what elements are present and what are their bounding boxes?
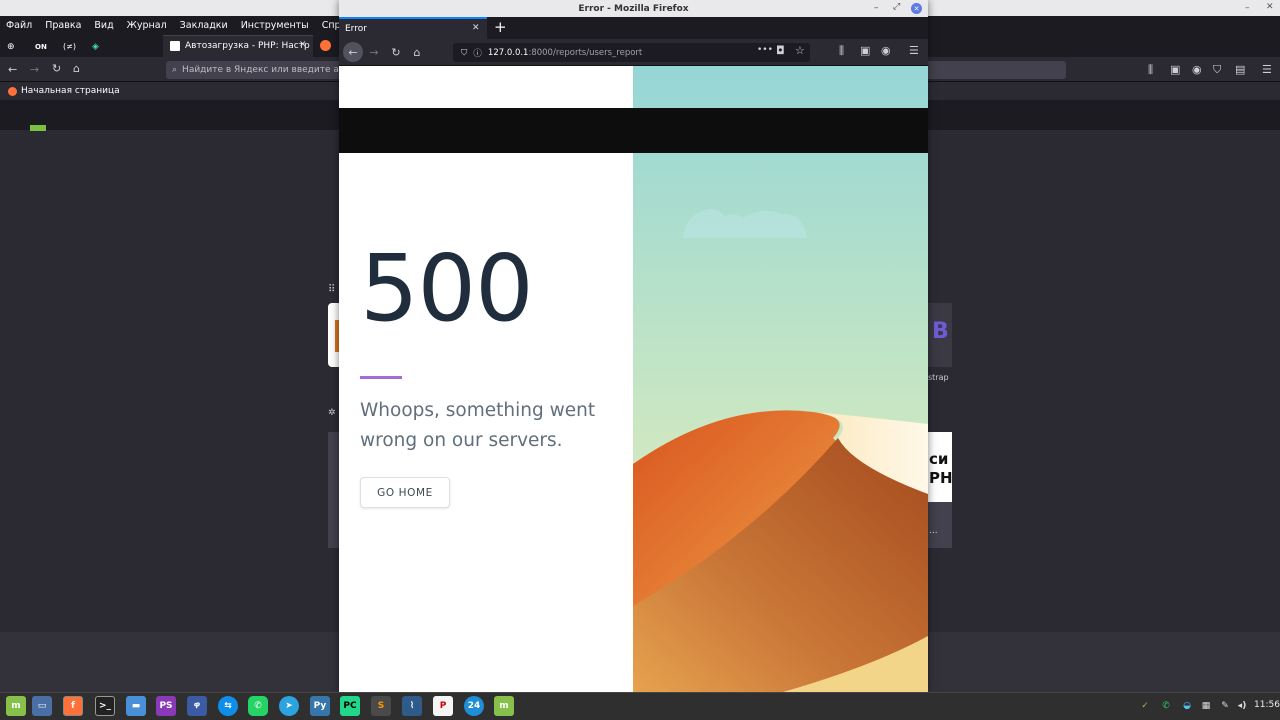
account-icon[interactable]: ◉: [881, 44, 891, 57]
keyboard-layout-icon[interactable]: ዋ: [187, 696, 207, 716]
hamburger-menu-icon[interactable]: ☰: [909, 44, 919, 57]
info-icon[interactable]: ⓘ: [473, 47, 482, 59]
card-text-3: ...: [929, 526, 938, 536]
forward-icon[interactable]: →: [366, 43, 382, 61]
sidebar-icon[interactable]: ▣: [860, 44, 870, 57]
url-host: 127.0.0.1: [487, 47, 529, 58]
pen-icon[interactable]: ✎: [1217, 696, 1233, 716]
minimize-icon[interactable]: –: [1245, 3, 1255, 13]
tab-error[interactable]: Error ✕: [339, 17, 487, 39]
illustration-pane: [633, 66, 928, 692]
account-icon[interactable]: ◉: [1192, 63, 1202, 76]
python-icon[interactable]: Py: [310, 696, 330, 716]
home-icon[interactable]: ⌂: [409, 43, 425, 61]
tab-autoload[interactable]: Автозагрузка - PHP: Настр ✕: [163, 35, 313, 57]
green-marker: [30, 125, 46, 131]
bootstrap-logo: B: [932, 319, 949, 344]
tab-label: Автозагрузка - PHP: Настр: [185, 41, 310, 51]
terminal-icon[interactable]: >_: [95, 696, 115, 716]
card-text-1: си: [929, 450, 949, 468]
window-titlebar: Error - Mozilla Firefox: [339, 0, 928, 17]
mint-update-icon[interactable]: m: [494, 696, 514, 716]
folder-icon[interactable]: ▬: [126, 696, 146, 716]
page-icon: [170, 41, 180, 51]
menu-file[interactable]: Файл: [6, 20, 32, 31]
extension-icon[interactable]: ▤: [1235, 63, 1245, 76]
reload-icon[interactable]: ↻: [388, 43, 404, 61]
tab-label: Error: [345, 24, 367, 34]
sidebar-icon[interactable]: ▣: [1170, 63, 1180, 76]
pycharm-icon[interactable]: PC: [340, 696, 360, 716]
page-actions-menu[interactable]: •••: [757, 45, 773, 55]
card-text-2: PH: [929, 469, 953, 487]
side-card-label: strap: [928, 373, 949, 382]
grid-icon: ⠿: [328, 284, 336, 295]
side-card-right[interactable]: B: [928, 303, 952, 367]
clock[interactable]: 11:56: [1254, 700, 1280, 710]
menu-history[interactable]: Журнал: [127, 20, 167, 31]
globe-icon[interactable]: ⊕: [7, 37, 15, 56]
error-code: 500: [360, 235, 534, 342]
library-icon[interactable]: ⫼: [1148, 63, 1153, 77]
forward-icon[interactable]: →: [30, 63, 39, 76]
black-band: [339, 108, 928, 153]
library-icon[interactable]: ⫼: [839, 44, 844, 58]
settings-icon: ✲: [328, 408, 336, 418]
calendar-icon[interactable]: 24: [464, 696, 484, 716]
side-card-right-2[interactable]: си PH ...: [928, 432, 953, 548]
window-title: Error - Mozilla Firefox: [578, 3, 689, 14]
calendar-badge: 24: [467, 701, 481, 711]
sublime-icon[interactable]: S: [371, 696, 391, 716]
back-icon[interactable]: ←: [343, 42, 363, 62]
minimize-icon[interactable]: –: [874, 3, 879, 13]
bookmark-star-icon[interactable]: ☆: [795, 44, 805, 57]
url-placeholder: Найдите в Яндекс или введите адре: [182, 65, 357, 75]
reload-icon[interactable]: ↻: [52, 62, 61, 75]
tab-neq[interactable]: (≠): [63, 37, 76, 56]
accent-divider: [360, 376, 402, 379]
mint-menu-icon[interactable]: m: [6, 696, 26, 716]
search-icon: ⌕: [172, 65, 178, 75]
home-icon[interactable]: ⌂: [73, 62, 80, 75]
pgadmin-icon[interactable]: P: [433, 696, 453, 716]
bookmark-home[interactable]: Начальная страница: [21, 86, 120, 96]
close-icon[interactable]: ✕: [1266, 2, 1276, 12]
menu-edit[interactable]: Правка: [45, 20, 81, 31]
url-path: :8000/reports/users_report: [528, 47, 643, 58]
whatsapp-tray-icon[interactable]: ✆: [1158, 696, 1174, 716]
menu-view[interactable]: Вид: [94, 20, 113, 31]
pocket-icon[interactable]: ◘: [776, 44, 785, 57]
mysql-workbench-icon[interactable]: ⌇: [402, 696, 422, 716]
extension-icon[interactable]: ◈: [92, 37, 99, 56]
back-icon[interactable]: ←: [8, 63, 17, 76]
teamviewer-icon[interactable]: ⇆: [218, 696, 238, 716]
tab-on[interactable]: ON: [35, 37, 47, 56]
us-flag-icon[interactable]: ▦: [1198, 696, 1214, 716]
error-message: Whoops, something went wrong on our serv…: [360, 400, 596, 451]
shield-icon[interactable]: ⛉: [1213, 63, 1221, 77]
error-page: 500 Whoops, something went wrong on our …: [339, 66, 928, 692]
update-manager-icon[interactable]: ✓: [1137, 696, 1153, 716]
tab-close-icon[interactable]: ✕: [299, 40, 307, 50]
close-icon[interactable]: ✕: [911, 3, 922, 14]
desert-illustration: [633, 66, 928, 692]
hamburger-menu-icon[interactable]: ☰: [1262, 63, 1272, 76]
telegram-icon[interactable]: ➤: [279, 696, 299, 716]
show-desktop-icon[interactable]: ▭: [32, 696, 52, 716]
tracking-shield-icon[interactable]: ⛉: [461, 48, 467, 58]
firefox-icon: [8, 86, 17, 96]
menu-tools[interactable]: Инструменты: [241, 20, 309, 31]
firefox-icon[interactable]: f: [63, 696, 83, 716]
phpstorm-icon[interactable]: PS: [156, 696, 176, 716]
network-icon[interactable]: ◒: [1179, 696, 1195, 716]
tab-close-icon[interactable]: ✕: [472, 23, 480, 33]
menu-bookmarks[interactable]: Закладки: [180, 20, 228, 31]
volume-icon[interactable]: ◂): [1234, 696, 1250, 716]
whatsapp-icon[interactable]: ✆: [248, 696, 268, 716]
firefox-window: Error - Mozilla Firefox – ⤢ ✕ Error ✕ + …: [339, 0, 928, 692]
new-tab-button[interactable]: +: [494, 18, 507, 36]
maximize-icon[interactable]: ⤢: [893, 2, 900, 12]
firefox-tab-icon[interactable]: [320, 40, 331, 51]
go-home-button[interactable]: GO HOME: [360, 477, 450, 508]
